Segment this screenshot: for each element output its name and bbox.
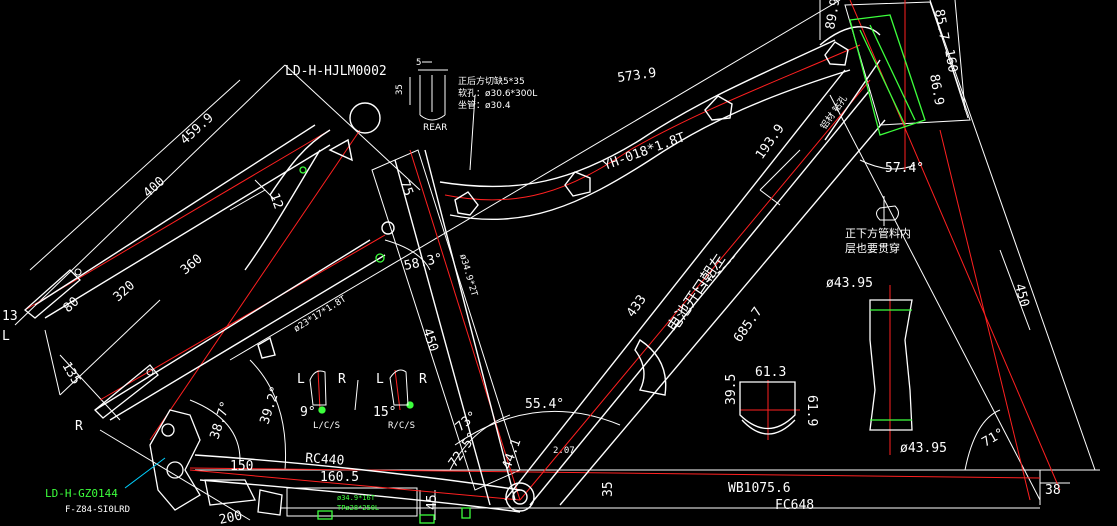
head-tube-note-1: 正下方管料内 — [845, 226, 911, 240]
dim-61-9: 61.9 — [804, 395, 819, 426]
dim-75: 75 — [396, 178, 415, 198]
dim-38: 38 — [1045, 483, 1061, 498]
rcs-label: R/C/S — [388, 421, 415, 431]
dim-433: 433 — [624, 292, 650, 320]
bb-spec-2: TPø28*250L — [337, 504, 379, 512]
dim-43-95-top: ø43.95 — [826, 276, 873, 291]
lcs-L: L — [297, 372, 305, 387]
slot-width: 5 — [416, 58, 421, 68]
head-tube — [299, 14, 926, 524]
rear-center: RC440 — [305, 451, 345, 469]
dim-135: 135 — [59, 360, 84, 388]
dim-459-9: 459.9 — [178, 111, 217, 148]
dim-86-9: 86.9 — [926, 73, 946, 106]
chain-stay-label: ø23*17*1.8T — [292, 294, 348, 334]
bb-spec-1: ø34.9*16T — [337, 494, 376, 502]
lcs-angle: 9° — [300, 405, 316, 420]
lcs-R: R — [338, 372, 346, 387]
dim-89-9: 89.9 — [823, 0, 843, 31]
part-number-dropout-sub: F-Z84-SI0LRD — [65, 505, 130, 515]
left-marker: L — [2, 329, 10, 344]
part-number-dropout: LD-H-GZ0144 — [45, 487, 118, 500]
rcs-L: L — [376, 372, 384, 387]
dim-200: 200 — [218, 508, 244, 526]
seat-stay-lower — [94, 239, 371, 411]
dim-57-4: 57.4° — [885, 161, 924, 176]
frame-drawing: LD-H-HJLM0002 LD-H-GZ0144 F-Z84-SI0LRD 正… — [2, 0, 1100, 526]
lcs-label: L/C/S — [313, 421, 340, 431]
dim-44-1: 44.1 — [500, 437, 525, 472]
rcs-R: R — [419, 372, 427, 387]
dim-39-5: 39.5 — [724, 374, 739, 405]
part-number-top: LD-H-HJLM0002 — [285, 64, 387, 79]
slot-height: 35 — [395, 84, 405, 95]
front-center: FC648 — [775, 498, 814, 513]
dim-320: 320 — [111, 278, 138, 305]
top-tube-upper — [439, 39, 836, 188]
dim-38-7: 38.7° — [208, 399, 234, 441]
dim-39-2: 39.2° — [258, 384, 284, 426]
dim-450-seat: 450 — [419, 327, 441, 354]
dim-2-07: 2.07 — [553, 446, 575, 456]
dim-150: 150 — [230, 459, 253, 474]
frame-tubes — [34, 26, 886, 513]
dim-61-3: 61.3 — [755, 365, 786, 380]
wheelbase: WB1075.6 — [728, 481, 791, 496]
dim-55-4: 55.4° — [525, 397, 564, 412]
dim-573-9: 573.9 — [616, 66, 657, 86]
dim-360: 360 — [178, 251, 206, 278]
right-marker: R — [75, 419, 83, 434]
dim-35: 35 — [601, 481, 616, 497]
dim-13: 13 — [2, 309, 18, 324]
dim-450-head: 450 — [1011, 282, 1032, 309]
note-slot: 正后方切缺5*35 — [458, 75, 525, 87]
dim-85-7: 85.7 — [931, 8, 951, 41]
dim-43-95-bottom: ø43.95 — [900, 441, 947, 456]
dim-45: 45 — [425, 494, 440, 510]
battery-note: 电池开口朝左 — [663, 251, 728, 336]
dim-193-9: 193.9 — [753, 122, 788, 163]
centerlines — [24, 0, 1061, 501]
seat-stay-upper — [34, 124, 316, 306]
rear-label: REAR — [423, 123, 447, 133]
rcs-angle: 15° — [373, 405, 396, 420]
dim-160-5: 160.5 — [320, 470, 359, 485]
seat-tube-label: ø34.9*2T — [457, 253, 479, 298]
head-tube-note-2: 层也要贯穿 — [845, 241, 900, 255]
dim-685-7: 685.7 — [731, 305, 766, 346]
dim-160: 160 — [941, 48, 960, 74]
dim-400: 400 — [141, 174, 168, 201]
note-seattube: 坐管：ø30.4 — [458, 99, 511, 111]
note-bore: 软孔：ø30.6*300L — [458, 87, 537, 99]
